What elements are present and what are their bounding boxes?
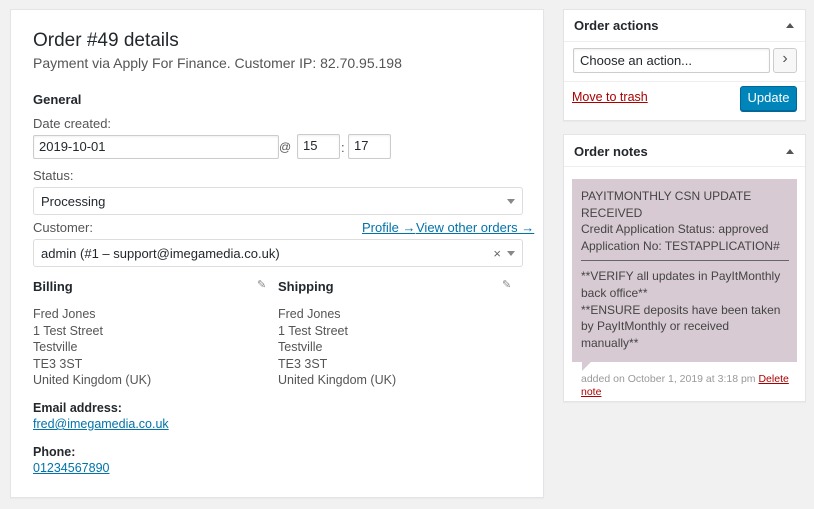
status-select[interactable]: Processing (33, 187, 523, 215)
address-line: Fred Jones (33, 307, 96, 321)
general-heading: General (33, 92, 82, 107)
date-created-input[interactable]: 2019-10-01 (33, 135, 279, 159)
address-line: TE3 3ST (33, 356, 83, 371)
address-line: United Kingdom (UK) (33, 373, 152, 388)
date-created-label: Date created: (33, 116, 112, 131)
order-notes-title: Order notes (574, 144, 648, 159)
address-line: Fred Jones (278, 307, 341, 321)
phone-link[interactable]: 01234567890 (33, 461, 109, 475)
order-action-select[interactable]: Choose an action... (573, 48, 770, 73)
hour-input[interactable]: 15 (297, 134, 340, 159)
chevron-down-icon (507, 199, 515, 204)
time-colon: : (341, 140, 345, 155)
order-notes-header[interactable]: Order notes (564, 135, 805, 167)
address-line: TE3 3ST (278, 356, 328, 371)
address-line: United Kingdom (UK) (278, 373, 397, 388)
order-actions-header[interactable]: Order actions (564, 10, 805, 42)
email-label: Email address: (33, 401, 122, 415)
update-button[interactable]: Update (740, 86, 797, 111)
note-line: Credit Application Status: approved (581, 222, 769, 237)
collapse-toggle-icon[interactable] (786, 149, 794, 154)
address-line: 1 Test Street (278, 323, 348, 338)
address-line: Testville (278, 340, 323, 355)
address-line: Testville (33, 340, 78, 355)
email-link[interactable]: fred@imegamedia.co.uk (33, 417, 169, 431)
note-line: Application No: TESTAPPLICATION# (581, 238, 780, 253)
edit-shipping-pencil-icon[interactable]: ✎ (502, 278, 511, 291)
note-line: **ENSURE deposits have been taken by Pay… (581, 302, 781, 350)
note-pointer (582, 362, 591, 371)
note-timestamp: added on October 1, 2019 at 3:18 pm (581, 373, 756, 385)
status-label: Status: (33, 168, 74, 183)
shipping-address: Fred Jones 1 Test Street Testville TE3 3… (278, 306, 396, 389)
customer-select[interactable]: admin (#1 – support@imegamedia.co.uk) × (33, 239, 523, 267)
shipping-heading: Shipping (278, 279, 334, 294)
minute-input[interactable]: 17 (348, 134, 391, 159)
collapse-toggle-icon[interactable] (786, 23, 794, 28)
customer-value: admin (#1 – support@imegamedia.co.uk) (41, 246, 280, 261)
customer-label: Customer: (33, 220, 93, 235)
order-actions-title: Order actions (574, 18, 659, 33)
view-other-orders-link[interactable]: View other orders → (416, 220, 534, 235)
order-actions-panel: Order actions Choose an action... › Move… (563, 9, 806, 121)
note-line: PAYITMONTHLY CSN UPDATE RECEIVED (581, 189, 752, 220)
profile-link[interactable]: Profile → (362, 220, 415, 235)
note-divider (581, 260, 789, 262)
note-meta: added on October 1, 2019 at 3:18 pm Dele… (581, 373, 796, 399)
apply-action-button[interactable]: › (773, 48, 797, 73)
move-to-trash-link[interactable]: Move to trash (572, 90, 648, 104)
at-symbol: @ (279, 140, 292, 154)
billing-heading: Billing (33, 279, 73, 294)
note-line: **VERIFY all updates in PayItMonthly bac… (581, 269, 781, 300)
order-title: Order #49 details (33, 30, 179, 51)
order-data-panel: Order #49 details Payment via Apply For … (10, 9, 544, 498)
order-notes-panel: Order notes PAYITMONTHLY CSN UPDATE RECE… (563, 134, 806, 402)
edit-billing-pencil-icon[interactable]: ✎ (257, 278, 266, 291)
billing-address: Fred Jones 1 Test Street Testville TE3 3… (33, 306, 151, 389)
status-value: Processing (41, 194, 106, 209)
chevron-down-icon (507, 251, 515, 256)
order-subtitle: Payment via Apply For Finance. Customer … (33, 55, 402, 71)
clear-icon[interactable]: × (493, 246, 501, 261)
order-note: PAYITMONTHLY CSN UPDATE RECEIVED Credit … (572, 179, 797, 362)
phone-label: Phone: (33, 445, 76, 459)
divider (564, 81, 805, 82)
address-line: 1 Test Street (33, 323, 103, 338)
